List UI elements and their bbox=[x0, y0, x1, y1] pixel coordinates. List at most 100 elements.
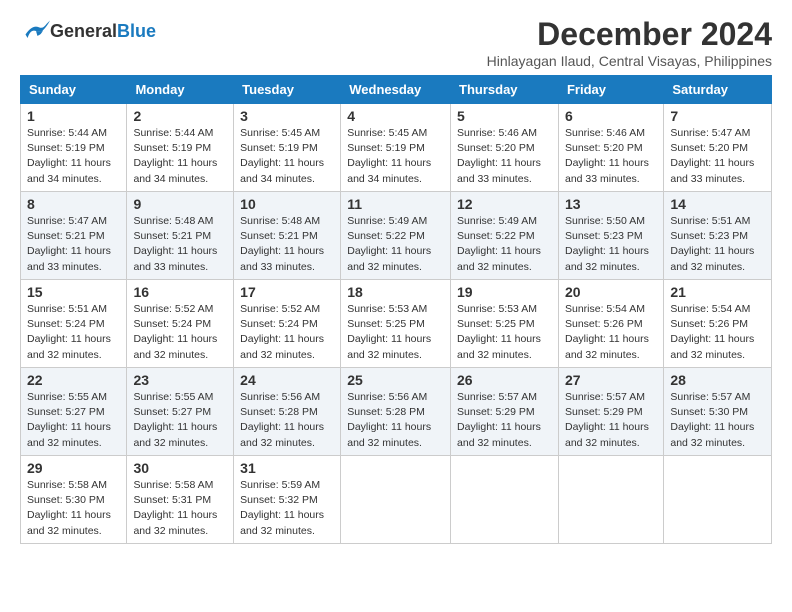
calendar-cell: 8 Sunrise: 5:47 AM Sunset: 5:21 PM Daylig… bbox=[21, 192, 127, 280]
day-info: Sunrise: 5:44 AM Sunset: 5:19 PM Dayligh… bbox=[27, 126, 120, 187]
calendar-row-3: 22 Sunrise: 5:55 AM Sunset: 5:27 PM Dayli… bbox=[21, 368, 772, 456]
logo-text-blue: Blue bbox=[117, 21, 156, 41]
day-number: 18 bbox=[347, 284, 444, 300]
day-info: Sunrise: 5:45 AM Sunset: 5:19 PM Dayligh… bbox=[347, 126, 444, 187]
logo: GeneralBlue bbox=[20, 20, 156, 42]
calendar-cell: 25 Sunrise: 5:56 AM Sunset: 5:28 PM Dayli… bbox=[341, 368, 451, 456]
day-number: 15 bbox=[27, 284, 120, 300]
calendar-cell: 10Sunrise: 5:48 AM Sunset: 5:21 PM Dayli… bbox=[234, 192, 341, 280]
day-info: Sunrise: 5:57 AM Sunset: 5:29 PM Dayligh… bbox=[565, 390, 657, 451]
calendar-cell: 16 Sunrise: 5:52 AM Sunset: 5:24 PM Dayli… bbox=[127, 280, 234, 368]
calendar-cell: 29 Sunrise: 5:58 AM Sunset: 5:30 PM Dayli… bbox=[21, 456, 127, 544]
day-info: Sunrise: 5:49 AM Sunset: 5:22 PM Dayligh… bbox=[347, 214, 444, 275]
day-number: 30 bbox=[133, 460, 227, 476]
calendar-cell: 23 Sunrise: 5:55 AM Sunset: 5:27 PM Dayli… bbox=[127, 368, 234, 456]
day-number: 22 bbox=[27, 372, 120, 388]
calendar-cell: 7Sunrise: 5:47 AM Sunset: 5:20 PM Daylig… bbox=[664, 104, 772, 192]
day-info: Sunrise: 5:59 AM Sunset: 5:32 PM Dayligh… bbox=[240, 478, 334, 539]
calendar-cell: 24 Sunrise: 5:56 AM Sunset: 5:28 PM Dayli… bbox=[234, 368, 341, 456]
day-number: 21 bbox=[670, 284, 765, 300]
day-info: Sunrise: 5:57 AM Sunset: 5:29 PM Dayligh… bbox=[457, 390, 552, 451]
calendar-cell bbox=[451, 456, 559, 544]
day-info: Sunrise: 5:47 AM Sunset: 5:21 PM Dayligh… bbox=[27, 214, 120, 275]
calendar-cell: 30Sunrise: 5:58 AM Sunset: 5:31 PM Dayli… bbox=[127, 456, 234, 544]
calendar-header-row: Sunday Monday Tuesday Wednesday Thursday… bbox=[21, 76, 772, 104]
day-number: 25 bbox=[347, 372, 444, 388]
calendar-cell bbox=[341, 456, 451, 544]
day-info: Sunrise: 5:47 AM Sunset: 5:20 PM Dayligh… bbox=[670, 126, 765, 187]
day-info: Sunrise: 5:54 AM Sunset: 5:26 PM Dayligh… bbox=[565, 302, 657, 363]
day-number: 19 bbox=[457, 284, 552, 300]
day-info: Sunrise: 5:48 AM Sunset: 5:21 PM Dayligh… bbox=[240, 214, 334, 275]
calendar-cell: 13 Sunrise: 5:50 AM Sunset: 5:23 PM Dayli… bbox=[558, 192, 663, 280]
calendar-cell: 3 Sunrise: 5:45 AM Sunset: 5:19 PM Daylig… bbox=[234, 104, 341, 192]
day-number: 29 bbox=[27, 460, 120, 476]
day-info: Sunrise: 5:45 AM Sunset: 5:19 PM Dayligh… bbox=[240, 126, 334, 187]
day-number: 2 bbox=[133, 108, 227, 124]
day-number: 26 bbox=[457, 372, 552, 388]
header-wednesday: Wednesday bbox=[341, 76, 451, 104]
day-info: Sunrise: 5:51 AM Sunset: 5:23 PM Dayligh… bbox=[670, 214, 765, 275]
header-friday: Friday bbox=[558, 76, 663, 104]
day-number: 17 bbox=[240, 284, 334, 300]
day-number: 12 bbox=[457, 196, 552, 212]
day-info: Sunrise: 5:46 AM Sunset: 5:20 PM Dayligh… bbox=[565, 126, 657, 187]
day-number: 8 bbox=[27, 196, 120, 212]
calendar-cell: 19 Sunrise: 5:53 AM Sunset: 5:25 PM Dayli… bbox=[451, 280, 559, 368]
calendar-cell: 15 Sunrise: 5:51 AM Sunset: 5:24 PM Dayli… bbox=[21, 280, 127, 368]
day-number: 23 bbox=[133, 372, 227, 388]
logo-text-general: General bbox=[50, 21, 117, 41]
calendar-cell: 28 Sunrise: 5:57 AM Sunset: 5:30 PM Dayli… bbox=[664, 368, 772, 456]
day-number: 3 bbox=[240, 108, 334, 124]
month-title: December 2024 bbox=[487, 16, 772, 53]
calendar-cell: 6 Sunrise: 5:46 AM Sunset: 5:20 PM Daylig… bbox=[558, 104, 663, 192]
day-number: 9 bbox=[133, 196, 227, 212]
calendar-cell: 21 Sunrise: 5:54 AM Sunset: 5:26 PM Dayli… bbox=[664, 280, 772, 368]
day-info: Sunrise: 5:56 AM Sunset: 5:28 PM Dayligh… bbox=[240, 390, 334, 451]
calendar-cell: 2 Sunrise: 5:44 AM Sunset: 5:19 PM Daylig… bbox=[127, 104, 234, 192]
day-info: Sunrise: 5:46 AM Sunset: 5:20 PM Dayligh… bbox=[457, 126, 552, 187]
day-info: Sunrise: 5:57 AM Sunset: 5:30 PM Dayligh… bbox=[670, 390, 765, 451]
header-thursday: Thursday bbox=[451, 76, 559, 104]
calendar-row-2: 15 Sunrise: 5:51 AM Sunset: 5:24 PM Dayli… bbox=[21, 280, 772, 368]
calendar-table: Sunday Monday Tuesday Wednesday Thursday… bbox=[20, 75, 772, 544]
day-info: Sunrise: 5:52 AM Sunset: 5:24 PM Dayligh… bbox=[133, 302, 227, 363]
day-info: Sunrise: 5:44 AM Sunset: 5:19 PM Dayligh… bbox=[133, 126, 227, 187]
calendar-cell: 11 Sunrise: 5:49 AM Sunset: 5:22 PM Dayli… bbox=[341, 192, 451, 280]
day-info: Sunrise: 5:56 AM Sunset: 5:28 PM Dayligh… bbox=[347, 390, 444, 451]
calendar-row-4: 29 Sunrise: 5:58 AM Sunset: 5:30 PM Dayli… bbox=[21, 456, 772, 544]
day-info: Sunrise: 5:50 AM Sunset: 5:23 PM Dayligh… bbox=[565, 214, 657, 275]
calendar-cell: 26 Sunrise: 5:57 AM Sunset: 5:29 PM Dayli… bbox=[451, 368, 559, 456]
calendar-cell: 1 Sunrise: 5:44 AM Sunset: 5:19 PM Daylig… bbox=[21, 104, 127, 192]
day-number: 14 bbox=[670, 196, 765, 212]
calendar-cell: 22Sunrise: 5:55 AM Sunset: 5:27 PM Dayli… bbox=[21, 368, 127, 456]
location-title: Hinlayagan Ilaud, Central Visayas, Phili… bbox=[487, 53, 772, 69]
day-number: 24 bbox=[240, 372, 334, 388]
calendar-cell: 5 Sunrise: 5:46 AM Sunset: 5:20 PM Daylig… bbox=[451, 104, 559, 192]
day-number: 6 bbox=[565, 108, 657, 124]
day-number: 13 bbox=[565, 196, 657, 212]
day-info: Sunrise: 5:54 AM Sunset: 5:26 PM Dayligh… bbox=[670, 302, 765, 363]
calendar-cell: 14 Sunrise: 5:51 AM Sunset: 5:23 PM Dayli… bbox=[664, 192, 772, 280]
logo-icon bbox=[22, 20, 50, 42]
calendar-cell: 9Sunrise: 5:48 AM Sunset: 5:21 PM Daylig… bbox=[127, 192, 234, 280]
day-number: 11 bbox=[347, 196, 444, 212]
day-info: Sunrise: 5:58 AM Sunset: 5:30 PM Dayligh… bbox=[27, 478, 120, 539]
day-number: 4 bbox=[347, 108, 444, 124]
day-number: 28 bbox=[670, 372, 765, 388]
day-info: Sunrise: 5:55 AM Sunset: 5:27 PM Dayligh… bbox=[133, 390, 227, 451]
day-info: Sunrise: 5:51 AM Sunset: 5:24 PM Dayligh… bbox=[27, 302, 120, 363]
header-sunday: Sunday bbox=[21, 76, 127, 104]
day-number: 27 bbox=[565, 372, 657, 388]
calendar-cell: 31Sunrise: 5:59 AM Sunset: 5:32 PM Dayli… bbox=[234, 456, 341, 544]
page-header: GeneralBlue December 2024 Hinlayagan Ila… bbox=[20, 16, 772, 69]
header-monday: Monday bbox=[127, 76, 234, 104]
day-number: 1 bbox=[27, 108, 120, 124]
day-number: 16 bbox=[133, 284, 227, 300]
header-tuesday: Tuesday bbox=[234, 76, 341, 104]
day-info: Sunrise: 5:53 AM Sunset: 5:25 PM Dayligh… bbox=[457, 302, 552, 363]
calendar-cell: 20Sunrise: 5:54 AM Sunset: 5:26 PM Dayli… bbox=[558, 280, 663, 368]
calendar-row-0: 1 Sunrise: 5:44 AM Sunset: 5:19 PM Daylig… bbox=[21, 104, 772, 192]
day-number: 5 bbox=[457, 108, 552, 124]
title-area: December 2024 Hinlayagan Ilaud, Central … bbox=[487, 16, 772, 69]
